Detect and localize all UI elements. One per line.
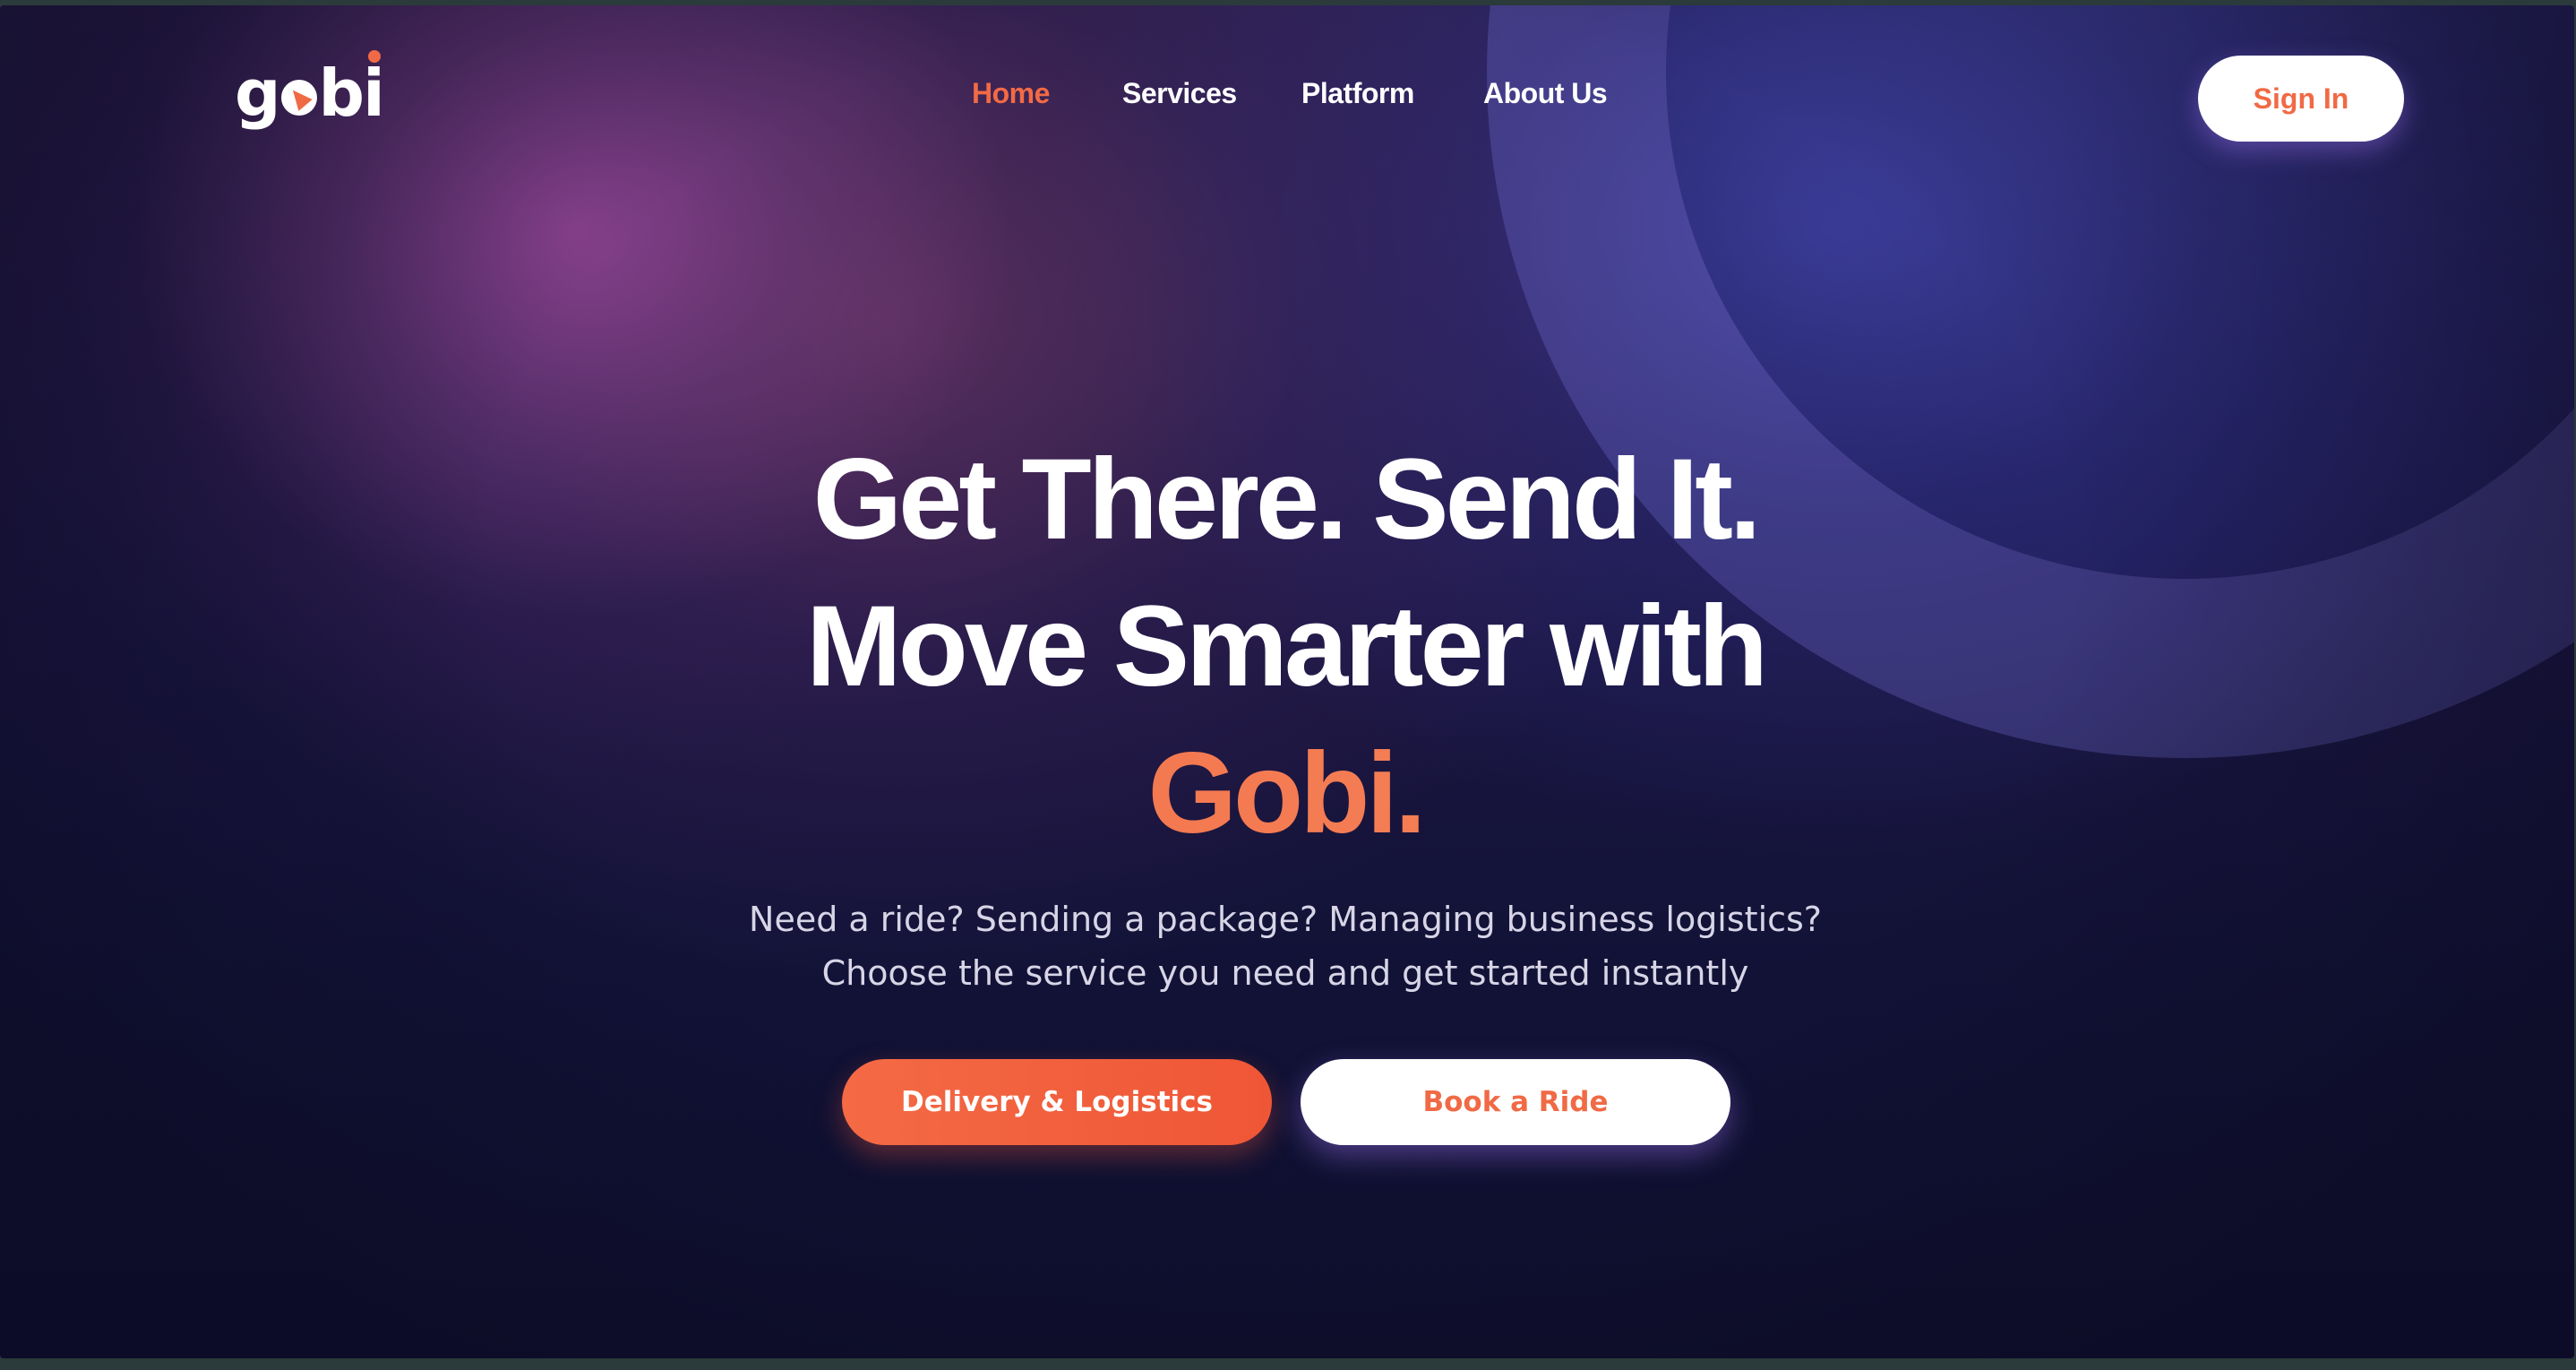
main-nav: Home Services Platform About Us xyxy=(0,77,2574,122)
hero-title: Get There. Send It. Move Smarter with Go… xyxy=(0,427,2571,867)
nav-item-about-us[interactable]: About Us xyxy=(1483,77,1608,110)
nav-item-home[interactable]: Home xyxy=(972,77,1050,110)
nav-item-services[interactable]: Services xyxy=(1122,77,1237,110)
hero-title-line-2: Move Smarter with xyxy=(805,582,1768,711)
nav-item-platform[interactable]: Platform xyxy=(1301,77,1414,110)
hero-subtitle: Need a ride? Sending a package? Managing… xyxy=(749,900,1822,993)
sign-in-button[interactable]: Sign In xyxy=(2198,56,2404,142)
delivery-logistics-button[interactable]: Delivery & Logistics xyxy=(842,1059,1272,1145)
hero-title-brand: Gobi. xyxy=(0,720,2571,867)
page-frame: g b i Home Services Platform About Us Si… xyxy=(0,5,2574,1358)
book-a-ride-button[interactable]: Book a Ride xyxy=(1301,1059,1730,1145)
hero-title-line-1: Get There. Send It. xyxy=(812,435,1762,564)
